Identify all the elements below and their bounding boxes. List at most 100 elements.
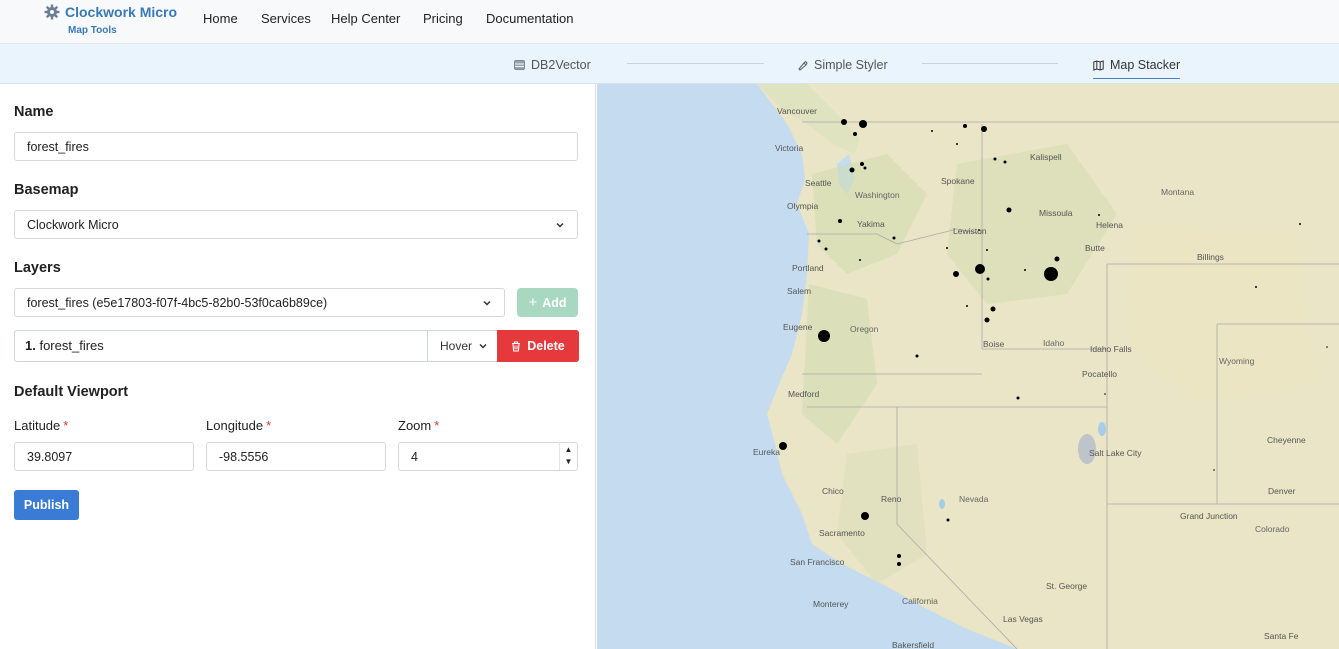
name-input[interactable]: forest_fires	[14, 132, 578, 161]
layer-select[interactable]: forest_fires (e5e17803-f07f-4bc5-82b0-53…	[14, 288, 505, 317]
tab-label: Map Stacker	[1110, 58, 1181, 72]
tool-tabs: DB2Vector Simple Styler Map Stacker	[0, 44, 1339, 84]
tab-divider	[922, 63, 1058, 64]
nav-services[interactable]: Services	[261, 11, 311, 27]
delete-label: Delete	[527, 339, 565, 353]
map-label: Olympia	[787, 201, 819, 211]
layer-index: 1.	[25, 338, 36, 353]
map-label: Billings	[1197, 252, 1224, 262]
map-label: Salem	[787, 286, 812, 296]
publish-button[interactable]: Publish	[14, 490, 79, 520]
map-label: San Francisco	[790, 557, 845, 567]
longitude-input[interactable]: -98.5556	[206, 442, 386, 471]
tab-divider	[627, 63, 764, 64]
latitude-input[interactable]: 39.8097	[14, 442, 194, 471]
chevron-down-icon	[556, 222, 564, 228]
map-label: Cheyenne	[1267, 435, 1306, 445]
map-label: Santa Fe	[1264, 631, 1299, 641]
layer-item-name: 1. forest_fires	[25, 338, 104, 354]
map-label: Missoula	[1039, 208, 1073, 218]
map-label: Nevada	[959, 494, 989, 504]
zoom-label-text: Zoom	[398, 418, 432, 433]
map-label: Eugene	[783, 322, 813, 332]
map-label: Kalispell	[1030, 152, 1062, 162]
chevron-down-icon	[483, 300, 491, 306]
layer-mode-value: Hover	[440, 339, 473, 353]
map-label: Idaho	[1043, 338, 1065, 348]
gear-icon	[44, 4, 60, 20]
map-label: Washington	[855, 190, 900, 200]
map-label: Montana	[1161, 187, 1195, 197]
map-label: Yakima	[857, 219, 885, 229]
map-label: Grand Junction	[1180, 511, 1238, 521]
brush-icon	[798, 60, 808, 71]
caret-up-icon[interactable]: ▲	[565, 444, 573, 456]
layer-list-item: 1. forest_fires Hover Delete	[14, 330, 579, 362]
brand-subtitle: Map Tools	[68, 25, 117, 36]
map-label: Lewiston	[953, 226, 987, 236]
map-label: Colorado	[1255, 524, 1290, 534]
map-label: Portland	[792, 263, 824, 273]
map-label: Eureka	[753, 447, 780, 457]
map-label: Pocatello	[1082, 369, 1117, 379]
basemap-value: Clockwork Micro	[27, 217, 119, 232]
latitude-label-text: Latitude	[14, 418, 61, 433]
map-label: Wyoming	[1219, 356, 1255, 366]
required-mark: *	[434, 418, 440, 433]
tab-simple-styler[interactable]: Simple Styler	[797, 55, 888, 75]
basemap-select[interactable]: Clockwork Micro	[14, 210, 578, 239]
zoom-stepper[interactable]: ▲ ▼	[559, 442, 577, 470]
nav-help-center[interactable]: Help Center	[331, 11, 400, 27]
map-label: Bakersfield	[892, 640, 935, 649]
map-label: Oregon	[850, 324, 879, 334]
basemap-title: Basemap	[14, 182, 79, 198]
add-label: Add	[542, 295, 567, 310]
longitude-label: Longitude *	[206, 418, 271, 434]
nav-documentation[interactable]: Documentation	[486, 11, 573, 27]
map-label: Medford	[788, 389, 820, 399]
map-label: Victoria	[775, 143, 804, 153]
delete-layer-button[interactable]: Delete	[497, 330, 579, 362]
map-label: Chico	[822, 486, 844, 496]
zoom-input[interactable]: 4	[398, 442, 578, 471]
map-label: Vancouver	[777, 106, 818, 116]
layer-name: forest_fires	[39, 338, 104, 353]
required-mark: *	[266, 418, 272, 433]
brand-title: Clockwork Micro	[65, 4, 178, 20]
map-label: Salt Lake City	[1089, 448, 1142, 458]
chevron-down-icon	[479, 343, 487, 349]
latitude-label: Latitude *	[14, 418, 68, 434]
zoom-label: Zoom *	[398, 418, 439, 434]
map-label: Sacramento	[819, 528, 865, 538]
trash-icon	[512, 340, 521, 352]
map-canvas[interactable]: Vancouver Victoria Seattle Washington Ol…	[597, 84, 1339, 649]
nav-pricing[interactable]: Pricing	[423, 11, 463, 27]
map-label: St. George	[1046, 581, 1088, 591]
name-title: Name	[14, 104, 54, 120]
layer-select-value: forest_fires (e5e17803-f07f-4bc5-82b0-53…	[27, 295, 328, 310]
map-label: Spokane	[941, 176, 975, 186]
top-navbar: Clockwork Micro Map Tools Home Services …	[0, 0, 1339, 44]
longitude-label-text: Longitude	[206, 418, 264, 433]
layer-mode-select[interactable]: Hover	[427, 331, 498, 361]
plus-icon: +	[528, 294, 538, 311]
map-label: Seattle	[805, 178, 832, 188]
brand-logo[interactable]: Clockwork Micro Map Tools	[44, 4, 184, 40]
add-layer-button[interactable]: + Add	[517, 288, 578, 317]
map-label: Butte	[1085, 243, 1105, 253]
tab-map-stacker[interactable]: Map Stacker	[1093, 55, 1181, 79]
required-mark: *	[63, 418, 69, 433]
map-label: Las Vegas	[1003, 614, 1043, 624]
tab-label: DB2Vector	[531, 58, 591, 72]
map-form-panel: Name forest_fires Basemap Clockwork Micr…	[0, 84, 596, 649]
tab-label: Simple Styler	[814, 58, 888, 72]
map-basemap	[597, 84, 1339, 649]
map-label: California	[902, 596, 938, 606]
map-icon	[1093, 59, 1104, 71]
map-label: Idaho Falls	[1090, 344, 1132, 354]
map-label: Denver	[1268, 486, 1296, 496]
database-icon	[514, 60, 525, 70]
tab-db2vector[interactable]: DB2Vector	[514, 55, 591, 75]
nav-home[interactable]: Home	[203, 11, 238, 27]
caret-down-icon[interactable]: ▼	[565, 456, 573, 468]
